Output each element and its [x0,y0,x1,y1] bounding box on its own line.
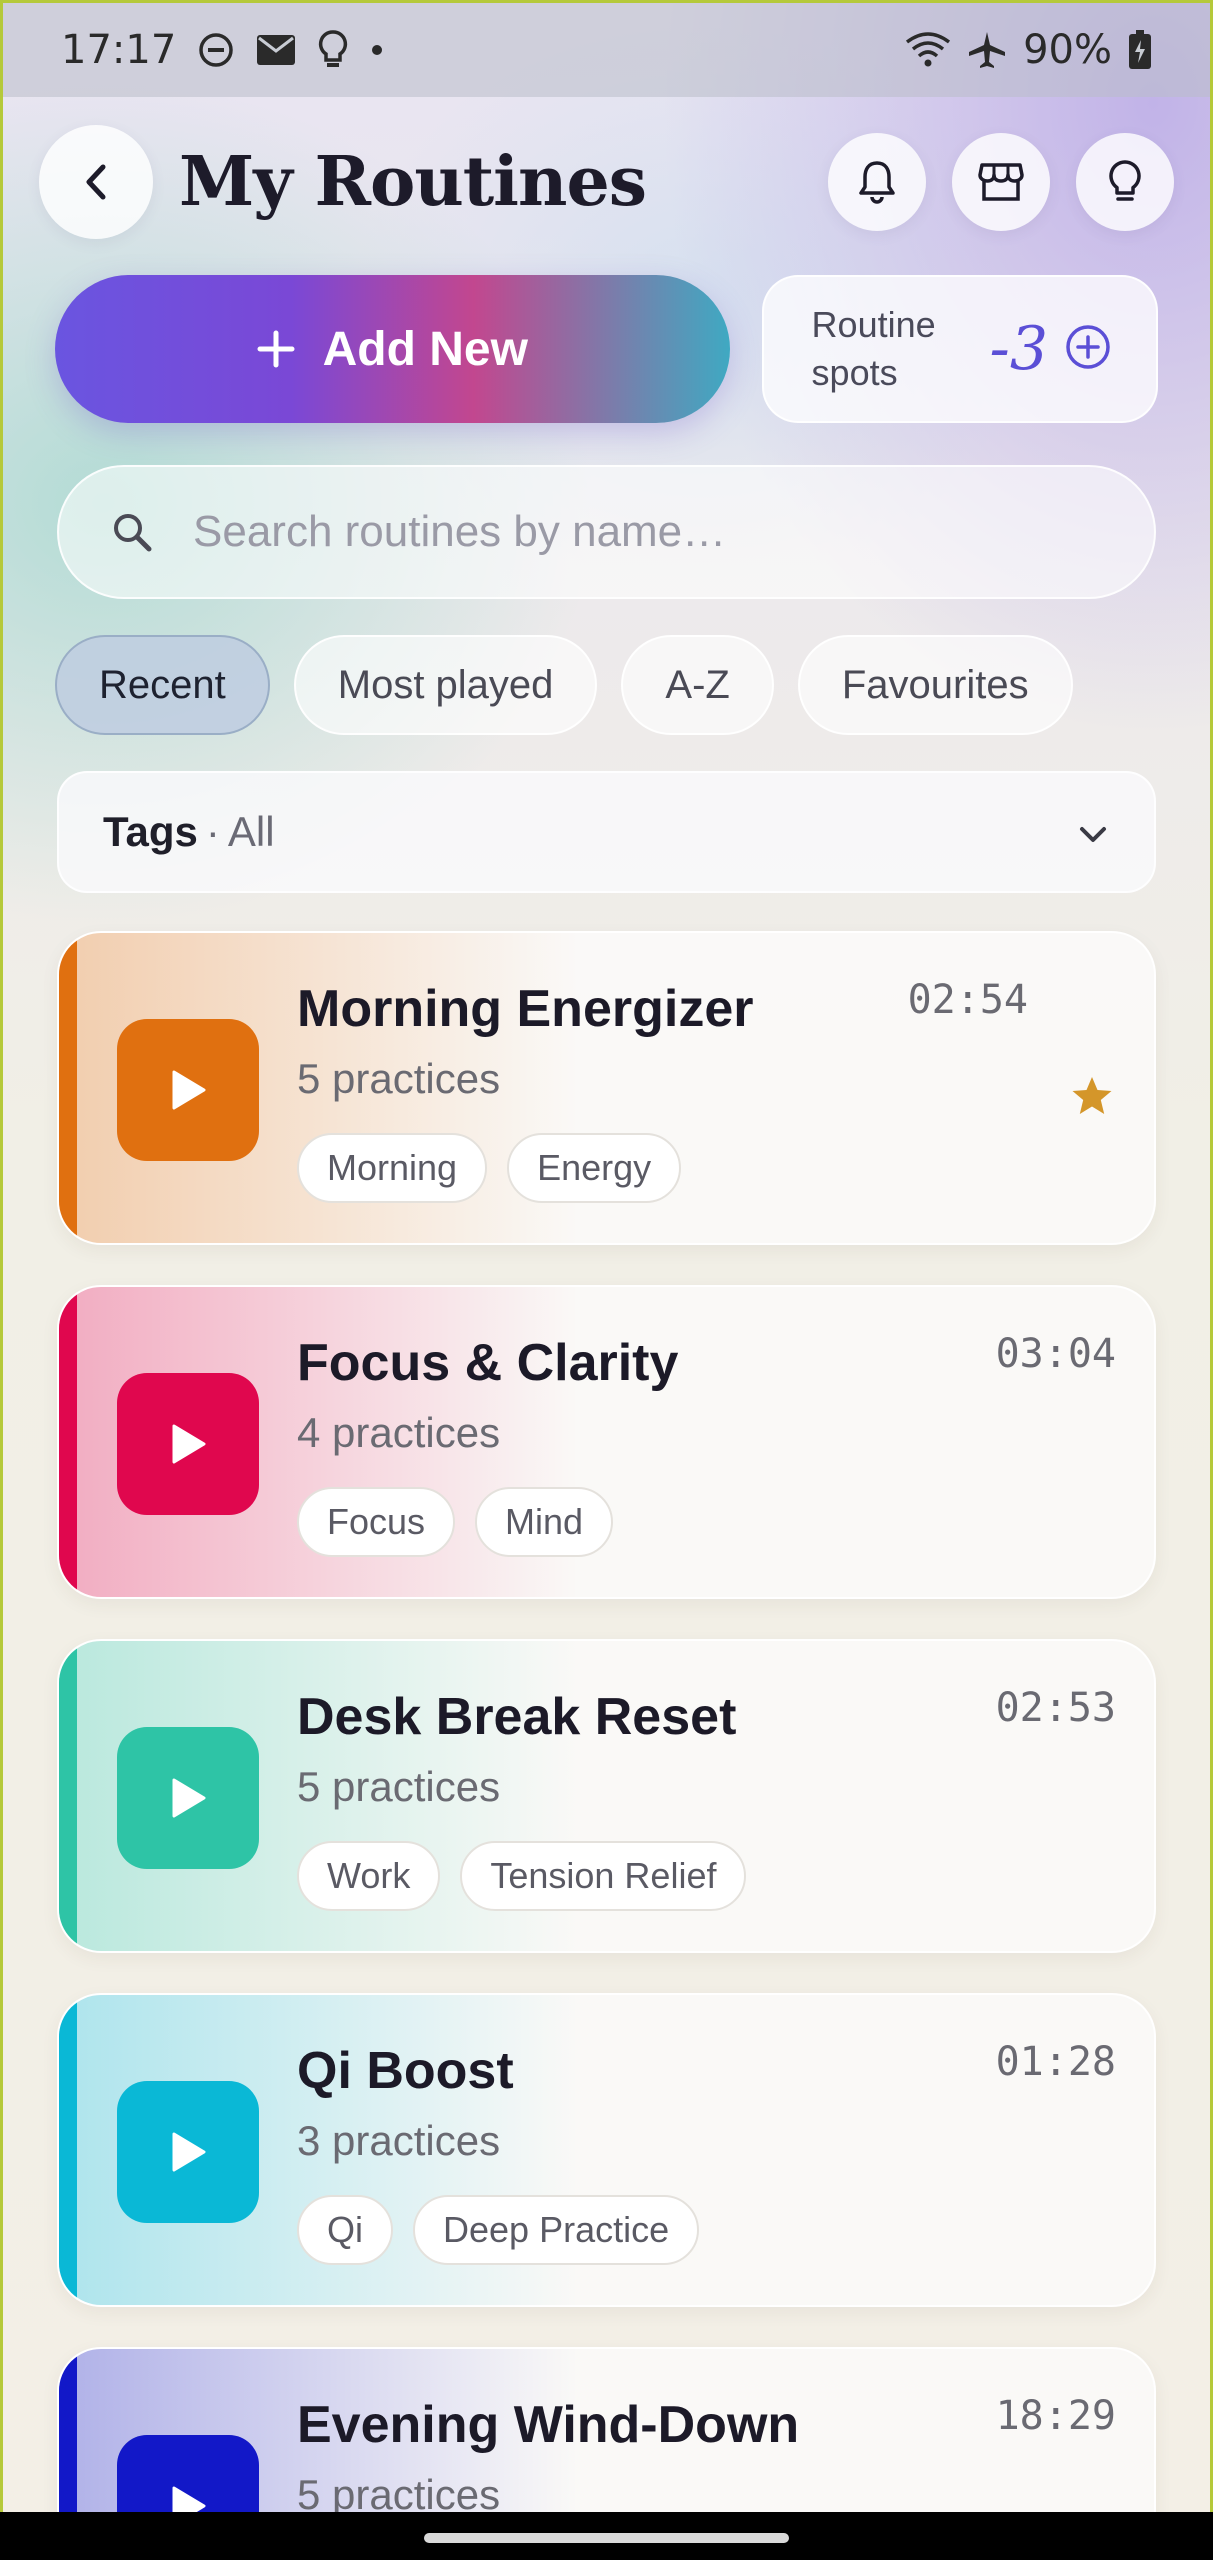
routine-practices: 4 practices [297,1409,501,1456]
routine-spots-label: Routine spots [811,304,936,393]
header: My Routines [39,123,1174,241]
notifications-button[interactable] [828,133,926,231]
routine-tag: Tension Relief [460,1841,747,1911]
tags-separator: · [205,808,220,855]
battery-charging-icon [1128,30,1152,70]
store-button[interactable] [952,133,1050,231]
add-new-button[interactable]: Add New [55,275,730,423]
battery-text: 90% [1023,27,1112,73]
routine-practices: 5 practices [297,1763,501,1810]
routine-tag: Work [297,1841,441,1911]
routine-duration: 02:53 [995,1685,1116,1731]
store-icon [978,163,1024,201]
filter-most-played[interactable]: Most played [293,635,598,735]
card-accent [59,2349,77,2512]
add-row: Add New Routine spots -3 [55,275,1158,423]
routine-spots-value: -3 [989,314,1048,384]
routine-practices: 5 practices [297,1055,501,1102]
play-button[interactable] [117,1727,259,1869]
routine-tag: Mind [475,1487,614,1557]
routine-practices: 3 practices [297,2117,501,2164]
routine-duration: 18:29 [995,2393,1116,2439]
card-accent [59,933,77,1243]
play-icon [172,1070,206,1110]
star-icon[interactable] [1070,1075,1114,1121]
play-icon [172,2486,206,2512]
filter-favourites[interactable]: Favourites [797,635,1073,735]
bell-icon [859,161,895,204]
chevron-left-icon [86,164,106,200]
play-button[interactable] [117,1373,259,1515]
tags-label: Tags [103,808,198,855]
routine-title: Desk Break Reset [297,1688,737,1746]
play-icon [172,1424,206,1464]
play-icon [172,1778,206,1818]
routine-card[interactable]: Evening Wind-Down 5 practices 18:29 [57,2347,1156,2512]
routine-tag: Morning [297,1133,488,1203]
card-accent [59,1287,77,1597]
tags-value: All [227,808,275,855]
lightbulb-icon [1109,160,1141,201]
add-new-label: Add New [322,322,528,376]
mail-icon [256,34,296,66]
routine-card[interactable]: Qi Boost 3 practices Qi Deep Practice 01… [57,1993,1156,2307]
page-title: My Routines [179,142,647,222]
airplane-icon [967,30,1007,70]
status-bar: 17:17 90% [3,3,1210,97]
routine-tag: Deep Practice [413,2195,700,2265]
play-button[interactable] [117,2435,259,2512]
routine-duration: 01:28 [995,2039,1116,2085]
routine-duration: 02:54 [907,977,1028,1023]
dot-icon [370,43,384,57]
filter-a-z[interactable]: A-Z [621,635,774,735]
routine-card[interactable]: Focus & Clarity 4 practices Focus Mind 0… [57,1285,1156,1599]
do-not-disturb-icon [198,32,234,68]
routine-title: Focus & Clarity [297,1334,679,1392]
plus-circle-icon [1066,325,1110,369]
routine-practices: 5 practices [297,2471,501,2512]
search-icon [114,514,152,552]
gesture-nav-handle[interactable] [424,2533,789,2543]
routine-title: Qi Boost [297,2042,514,2100]
add-spot-button[interactable] [1064,323,1112,375]
play-button[interactable] [117,2081,259,2223]
play-button[interactable] [117,1019,259,1161]
routine-tag: Qi [297,2195,393,2265]
sort-filters: Recent Most played A-Z Favourites [55,635,1073,735]
plus-icon [257,330,295,368]
routine-tag: Focus [297,1487,456,1557]
status-time: 17:17 [61,27,177,73]
chevron-down-icon [1076,808,1110,856]
tips-button[interactable] [1076,133,1174,231]
back-button[interactable] [39,125,153,239]
app-screen: 17:17 90% My Routines Add New Routine sp… [0,0,1213,2512]
routine-card[interactable]: Desk Break Reset 5 practices Work Tensio… [57,1639,1156,1953]
search-input[interactable] [193,507,1093,557]
search-bar [57,465,1156,599]
card-accent [59,1995,77,2305]
tags-dropdown[interactable]: Tags · All [57,771,1156,893]
routine-title: Evening Wind-Down [297,2396,800,2454]
routine-spots: Routine spots -3 [761,275,1158,423]
routine-tag: Energy [507,1133,682,1203]
routine-title: Morning Energizer [297,980,754,1038]
play-icon [172,2132,206,2172]
card-accent [59,1641,77,1951]
filter-recent[interactable]: Recent [55,635,270,735]
lightbulb-icon [318,30,348,70]
routine-card[interactable]: Morning Energizer 5 practices Morning En… [57,931,1156,1245]
routine-duration: 03:04 [995,1331,1116,1377]
wifi-icon [905,32,951,68]
